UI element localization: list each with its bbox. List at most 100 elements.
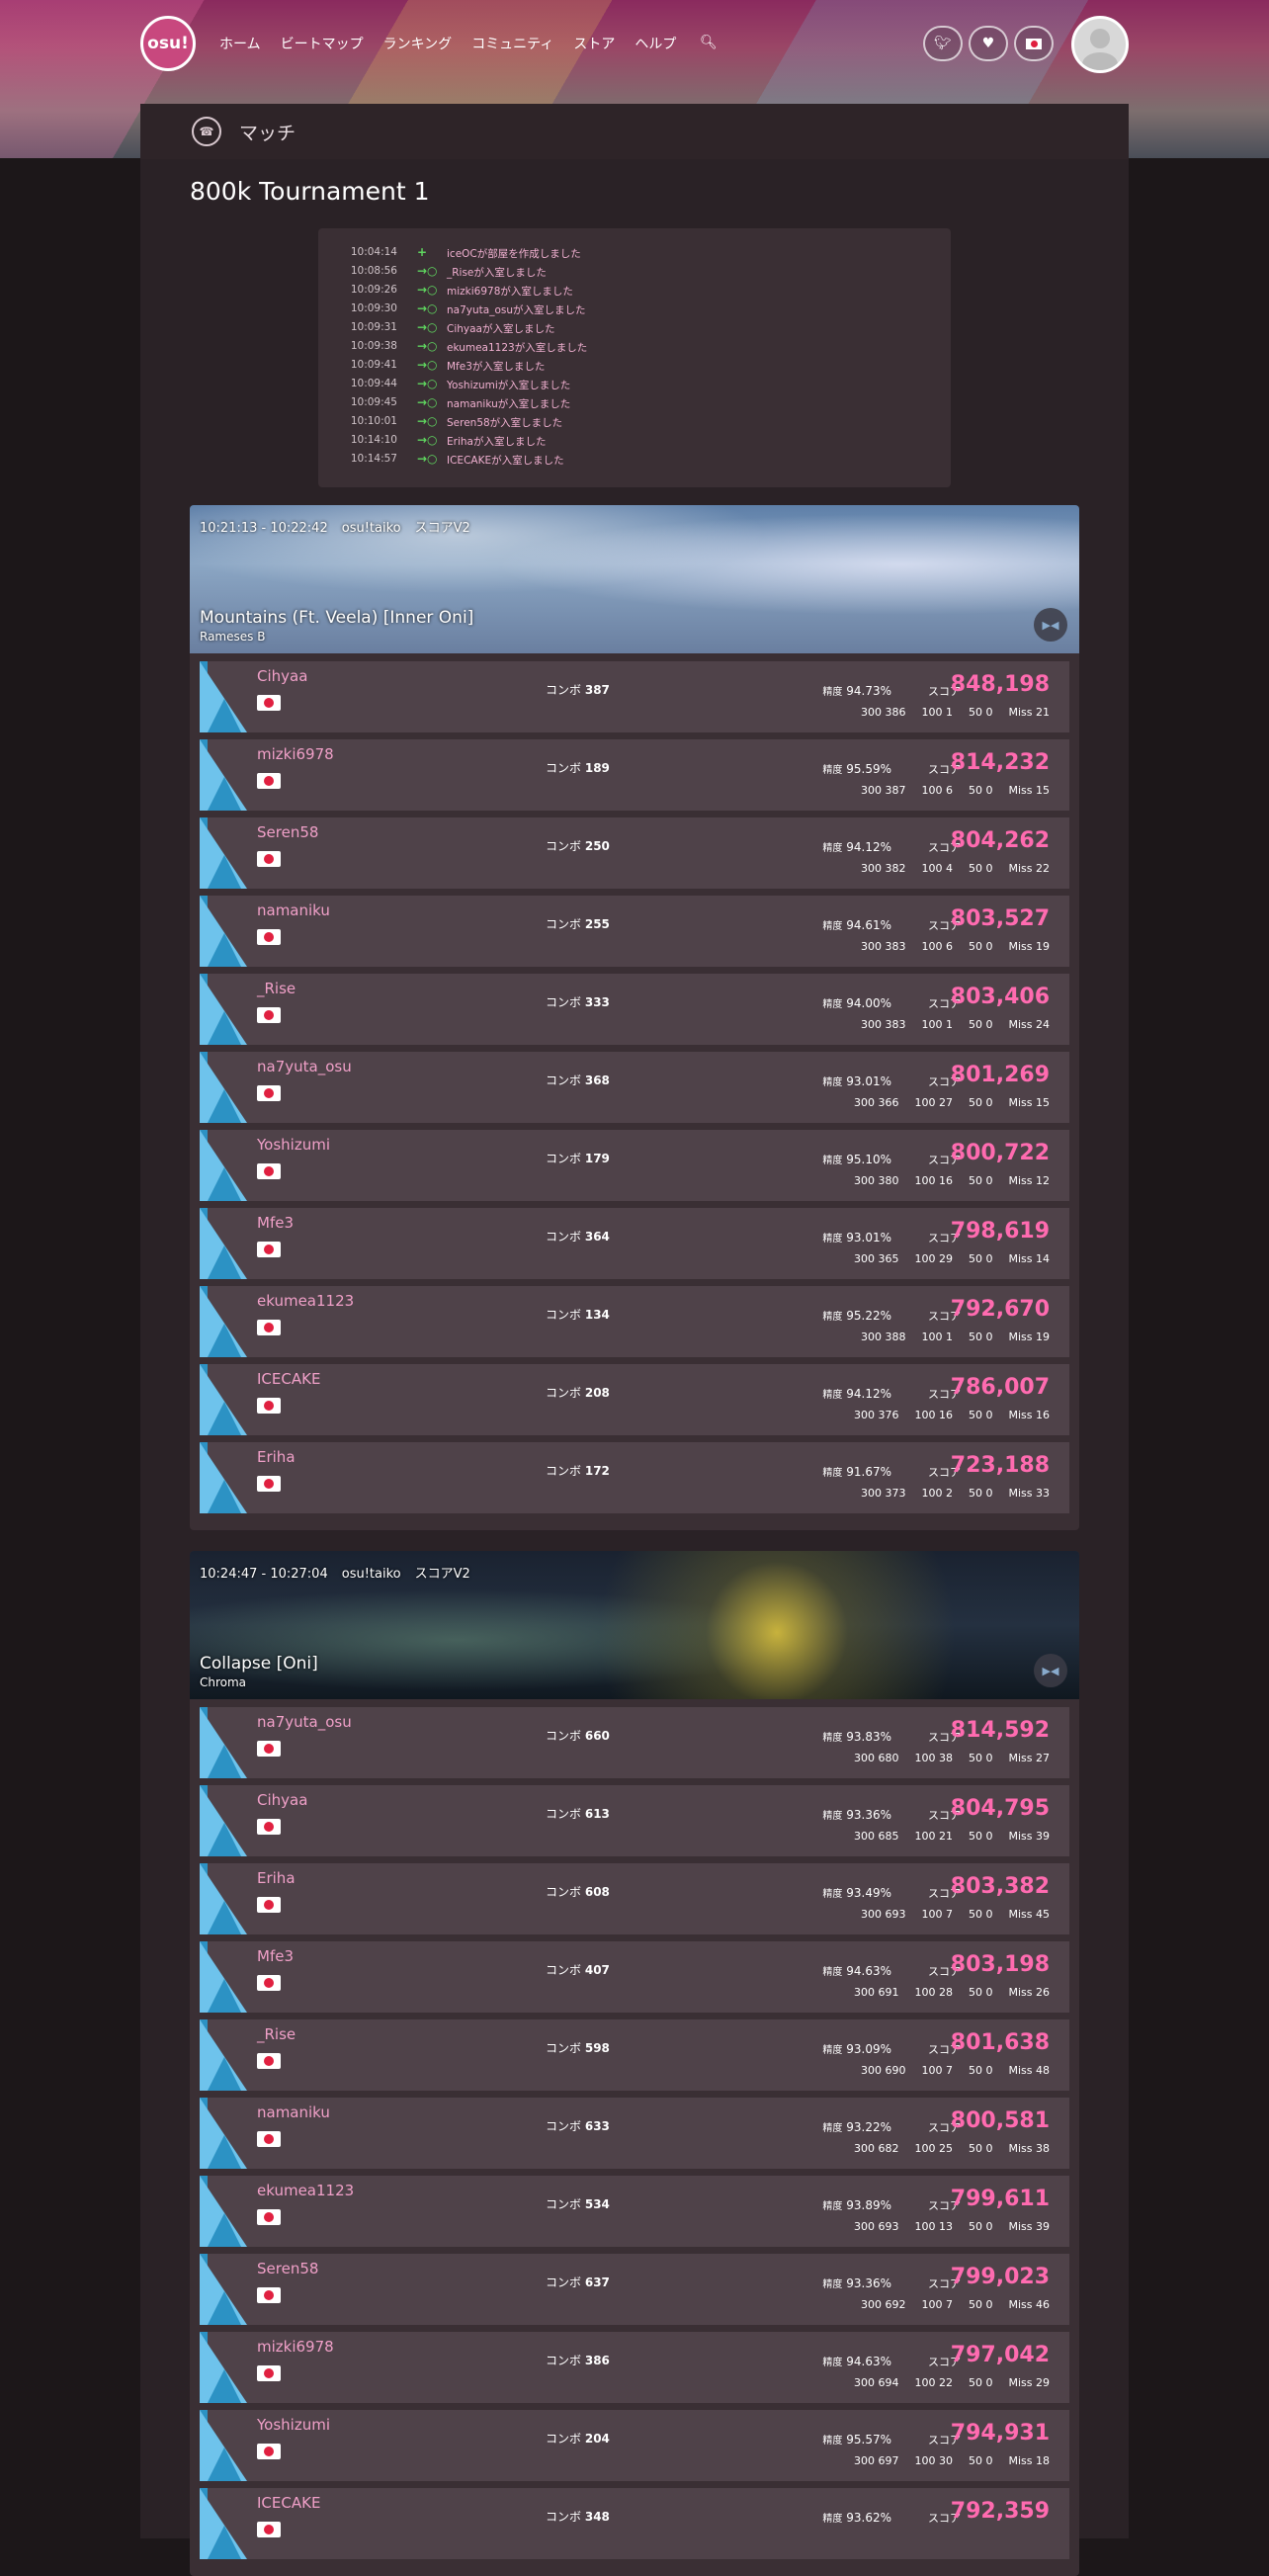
osu-logo[interactable]: osu! (140, 16, 196, 71)
player-name[interactable]: Yoshizumi (257, 2416, 330, 2434)
player-name[interactable]: ICECAKE (257, 2494, 320, 2512)
japan-flag-icon[interactable] (257, 1398, 281, 1414)
combo-label: コンボ (546, 683, 582, 697)
japan-flag-icon[interactable] (257, 1007, 281, 1023)
player-name[interactable]: namaniku (257, 902, 330, 919)
japan-flag-icon[interactable] (257, 851, 281, 867)
score-value: 792,359 (950, 2499, 1050, 2524)
beatmap-title[interactable]: Collapse [Oni] (200, 1654, 318, 1674)
player-name[interactable]: na7yuta_osu (257, 1713, 352, 1731)
hit-counts: 300 697 100 30 50 0 Miss 18 (854, 2454, 1050, 2467)
japan-flag-icon[interactable] (257, 1975, 281, 1991)
player-name[interactable]: Seren58 (257, 823, 318, 841)
beatmap-banner[interactable]: 10:24:47 - 10:27:04 osu!taiko スコアV2 Collaps… (190, 1551, 1079, 1699)
japan-flag-icon[interactable] (257, 695, 281, 711)
search-icon[interactable]: 🔍︎ (700, 35, 718, 50)
hits-100-label: 100 (914, 2142, 936, 2155)
hits-300: 300 383 (861, 1018, 906, 1031)
japan-flag-icon[interactable] (257, 1741, 281, 1757)
player-name[interactable]: Yoshizumi (257, 1136, 330, 1154)
hits-miss-value: 18 (1036, 2454, 1050, 2467)
japan-flag-icon[interactable] (257, 1320, 281, 1335)
hits-300-value: 383 (885, 1018, 906, 1031)
accuracy-value: 94.63% (846, 2355, 891, 2368)
hits-100: 100 7 (921, 2298, 953, 2311)
player-name[interactable]: ekumea1123 (257, 2182, 354, 2199)
heart-icon[interactable]: ♥ (969, 26, 1008, 61)
hits-50: 50 0 (969, 2142, 993, 2155)
hits-50-label: 50 (968, 1252, 982, 1265)
player-name[interactable]: ICECAKE (257, 1370, 320, 1388)
event-time: 10:09:38 (350, 340, 397, 352)
japan-flag-icon[interactable] (257, 2131, 281, 2147)
hits-miss: Miss 46 (1008, 2298, 1050, 2311)
japan-flag-icon[interactable] (257, 2522, 281, 2537)
nav-link-help[interactable]: ヘルプ (634, 34, 676, 53)
hits-50-label: 50 (968, 1096, 982, 1109)
hits-50-label: 50 (968, 2220, 982, 2233)
accuracy-value: 95.59% (846, 762, 891, 776)
player-name[interactable]: mizki6978 (257, 745, 334, 763)
combo: コンボ 250 (546, 837, 610, 854)
japan-flag-icon[interactable] (257, 929, 281, 945)
japan-flag-icon[interactable] (257, 1163, 281, 1179)
japan-flag-icon[interactable] (257, 1819, 281, 1835)
player-name[interactable]: Cihyaa (257, 667, 307, 685)
japan-flag-icon[interactable] (257, 2444, 281, 2459)
japan-flag-icon[interactable] (257, 1476, 281, 1492)
user-avatar[interactable] (1071, 16, 1129, 73)
player-name[interactable]: Mfe3 (257, 1214, 294, 1232)
japan-flag-icon[interactable] (257, 1085, 281, 1101)
combo: コンボ 407 (546, 1961, 610, 1978)
twitter-icon[interactable]: 🐦︎ (923, 26, 963, 61)
combo-label: コンボ (546, 2275, 582, 2289)
hit-counts: 300 682 100 25 50 0 Miss 38 (854, 2142, 1050, 2155)
japan-flag-icon[interactable] (257, 1242, 281, 1257)
japan-flag-icon[interactable] (257, 2053, 281, 2069)
hits-miss-value: 16 (1036, 1409, 1050, 1421)
nav-link-store[interactable]: ストア (573, 34, 615, 53)
hits-100-label: 100 (914, 1096, 936, 1109)
hits-100: 100 16 (914, 1409, 953, 1421)
japan-flag-icon[interactable] (257, 2287, 281, 2303)
player-name[interactable]: Cihyaa (257, 1791, 307, 1809)
player-name[interactable]: Seren58 (257, 2260, 318, 2277)
language-flag-icon[interactable] (1014, 26, 1054, 61)
accuracy-label: 精度 (822, 1312, 843, 1323)
join-icon: →○ (417, 283, 438, 297)
japan-flag-icon[interactable] (257, 1897, 281, 1913)
nav-link-community[interactable]: コミュニティ (471, 34, 553, 53)
event-text: ekumea1123が入室しました (447, 342, 588, 354)
accuracy-label: 精度 (822, 843, 843, 854)
player-name[interactable]: mizki6978 (257, 2338, 334, 2356)
japan-flag-icon[interactable] (257, 2209, 281, 2225)
hits-300-value: 380 (878, 1174, 899, 1187)
player-name[interactable]: namaniku (257, 2104, 330, 2121)
player-name[interactable]: Eriha (257, 1869, 296, 1887)
nav-link-beatmaps[interactable]: ビートマップ (281, 34, 364, 53)
page-subheader: ☎ マッチ (140, 104, 1129, 159)
player-name[interactable]: _Rise (257, 980, 296, 997)
player-name[interactable]: na7yuta_osu (257, 1058, 352, 1075)
nav-link-rankings[interactable]: ランキング (383, 34, 453, 53)
hits-300-value: 680 (878, 1752, 899, 1764)
hits-300: 300 685 (854, 1830, 899, 1843)
japan-flag-icon[interactable] (257, 2365, 281, 2381)
beatmap-banner[interactable]: 10:21:13 - 10:22:42 osu!taiko スコアV2 Mountai… (190, 505, 1079, 653)
player-name[interactable]: Eriha (257, 1448, 296, 1466)
score-row: Cihyaa コンボ 613 精度 93.36% スコア 804,795 300 685 1… (200, 1785, 1069, 1856)
hits-50-label: 50 (968, 1331, 982, 1343)
combo: コンボ 386 (546, 2352, 610, 2368)
hits-100-value: 7 (945, 2298, 953, 2311)
player-name[interactable]: _Rise (257, 2025, 296, 2043)
beatmap-title[interactable]: Mountains (Ft. Veela) [Inner Oni] (200, 608, 473, 628)
player-name[interactable]: Mfe3 (257, 1947, 294, 1965)
player-name[interactable]: ekumea1123 (257, 1292, 354, 1310)
accuracy: 精度 93.36% (822, 1807, 891, 1822)
hits-300: 300 690 (861, 2064, 906, 2077)
nav-link-home[interactable]: ホーム (219, 34, 261, 53)
score-value: 797,042 (950, 2343, 1050, 2367)
combo-value: 204 (584, 2432, 610, 2446)
hits-50: 50 0 (969, 1830, 993, 1843)
japan-flag-icon[interactable] (257, 773, 281, 789)
